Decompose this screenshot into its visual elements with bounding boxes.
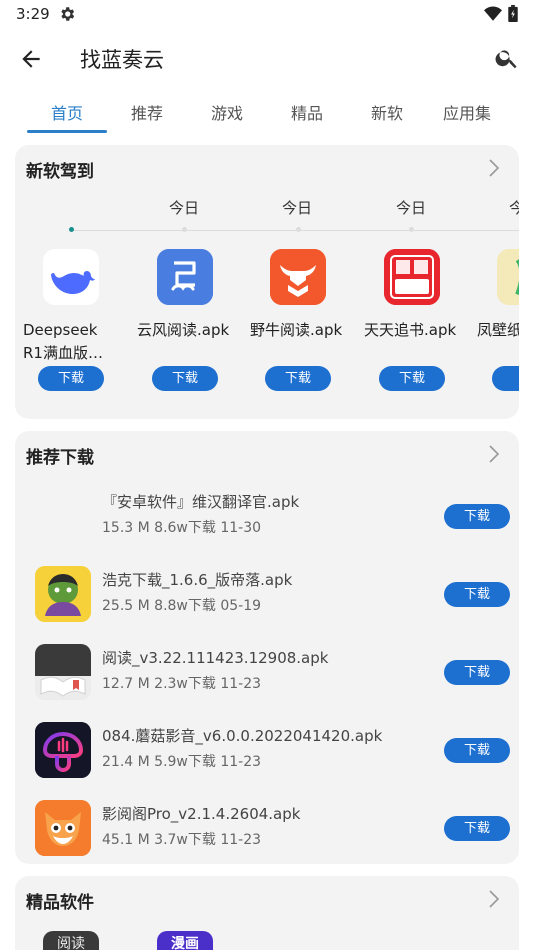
list-item[interactable]: 浩克下载_1.6.6_版帝落.apk 25.5 M 8.8w下载 05-19 下…	[15, 561, 519, 627]
app-meta: 25.5 M 8.8w下载 05-19	[102, 595, 261, 615]
app-name: 浩克下载_1.6.6_版帝落.apk	[102, 571, 293, 589]
app-size: 12.7 M	[102, 676, 150, 692]
new-app-item[interactable]: 云风阅读.apk	[137, 249, 233, 365]
app-size: 21.4 M	[102, 754, 150, 770]
app-size: 25.5 M	[102, 598, 150, 614]
download-button[interactable]: 下载	[152, 366, 218, 391]
download-button[interactable]: 下载	[444, 816, 510, 841]
app-name: 084.蘑菇影音_v6.0.0.2022041420.apk	[102, 727, 383, 745]
tab-collections[interactable]: 应用集	[427, 100, 507, 124]
chevron-right-icon[interactable]	[487, 159, 501, 177]
recommend-card: 推荐下载 『安卓软件』维汉翻译官.apk 15.3 M 8.6w下载 11-30…	[15, 431, 519, 864]
app-downloads: 5.9w下载	[154, 754, 216, 770]
section-title-premium: 精品软件	[26, 893, 94, 913]
download-button[interactable]: 下载	[265, 366, 331, 391]
download-button[interactable]: 下载	[444, 738, 510, 763]
download-button[interactable]: 下载	[444, 504, 510, 529]
app-date: 11-23	[220, 754, 262, 770]
timeline-dot	[296, 227, 301, 232]
app-date: 11-30	[220, 520, 262, 536]
timeline-date: 今	[509, 199, 519, 217]
timeline-dot	[182, 227, 187, 232]
download-button[interactable]: 下载	[444, 660, 510, 685]
tab-new[interactable]: 新软	[347, 100, 427, 124]
app-date: 05-19	[220, 598, 262, 614]
bison-reader-icon	[270, 249, 326, 305]
list-item[interactable]: 『安卓软件』维汉翻译官.apk 15.3 M 8.6w下载 11-30 下载	[15, 483, 519, 549]
list-item[interactable]: 影阅阁Pro_v2.1.4.2604.apk 45.1 M 3.7w下载 11-…	[15, 795, 519, 861]
gear-icon	[61, 7, 75, 21]
new-app-name: 天天追书.apk	[364, 321, 457, 339]
app-meta: 15.3 M 8.6w下载 11-30	[102, 517, 261, 537]
chevron-right-icon[interactable]	[487, 445, 501, 463]
premium-app-icon[interactable]: 阅读	[43, 931, 99, 950]
mushroom-player-icon	[35, 722, 91, 778]
yunfeng-reader-icon	[157, 249, 213, 305]
list-item[interactable]: 084.蘑菇影音_v6.0.0.2022041420.apk 21.4 M 5.…	[15, 717, 519, 783]
app-name: 影阅阁Pro_v2.1.4.2604.apk	[102, 805, 301, 823]
download-button[interactable]: 下载	[379, 366, 445, 391]
deepseek-whale-icon	[43, 249, 99, 305]
app-size: 15.3 M	[102, 520, 150, 536]
tiantian-zhuishu-icon	[384, 249, 440, 305]
download-button[interactable]: 下载	[38, 366, 104, 391]
app-size: 45.1 M	[102, 832, 150, 848]
app-downloads: 8.8w下载	[154, 598, 216, 614]
timeline-line	[71, 230, 519, 231]
timeline-date: 今日	[395, 199, 426, 217]
app-name: 『安卓软件』维汉翻译官.apk	[102, 493, 300, 511]
new-app-item[interactable]: 天天追书.apk	[364, 249, 460, 365]
timeline-dot	[409, 227, 414, 232]
back-arrow-icon[interactable]	[18, 46, 44, 72]
app-bar: 找蓝奏云	[0, 36, 534, 82]
status-time: 3:29	[16, 5, 50, 23]
page-title: 找蓝奏云	[80, 48, 164, 72]
app-name: 阅读_v3.22.111423.12908.apk	[102, 649, 329, 667]
wifi-icon	[484, 6, 502, 21]
battery-icon	[508, 5, 518, 22]
app-meta: 12.7 M 2.3w下载 11-23	[102, 673, 261, 693]
chevron-right-icon[interactable]	[487, 890, 501, 908]
tab-indicator	[27, 130, 107, 133]
app-meta: 45.1 M 3.7w下载 11-23	[102, 829, 261, 849]
hulk-icon	[35, 566, 91, 622]
app-meta: 21.4 M 5.9w下载 11-23	[102, 751, 261, 771]
new-app-name: 凤壁纸	[477, 321, 519, 339]
tab-home[interactable]: 首页	[27, 100, 107, 124]
app-downloads: 3.7w下载	[154, 832, 216, 848]
download-button[interactable]: 下载	[444, 582, 510, 607]
section-title-new: 新软驾到	[26, 162, 94, 182]
premium-app-icon[interactable]: 漫画	[157, 931, 213, 950]
new-app-name: 野牛阅读.apk	[250, 321, 343, 339]
app-downloads: 2.3w下载	[154, 676, 216, 692]
download-button[interactable]: 下	[492, 366, 519, 391]
fox-icon	[35, 800, 91, 856]
tab-games[interactable]: 游戏	[187, 100, 267, 124]
new-app-item[interactable]: 野牛阅读.apk	[250, 249, 346, 365]
wallpaper-icon	[497, 249, 519, 305]
timeline-date: 今日	[281, 199, 312, 217]
new-app-name: 云风阅读.apk	[137, 321, 230, 339]
tab-premium[interactable]: 精品	[267, 100, 347, 124]
timeline-date: 今日	[168, 199, 199, 217]
section-title-recommend: 推荐下载	[26, 448, 94, 468]
tab-recommend[interactable]: 推荐	[107, 100, 187, 124]
status-bar: 3:29	[0, 0, 534, 28]
timeline-dot	[69, 227, 74, 232]
app-date: 11-23	[220, 832, 262, 848]
yuedu-reader-icon	[35, 644, 91, 700]
app-date: 11-23	[220, 676, 262, 692]
app-downloads: 8.6w下载	[154, 520, 216, 536]
new-app-item[interactable]: Deepseek R1满血版…	[23, 249, 119, 365]
list-item[interactable]: 阅读_v3.22.111423.12908.apk 12.7 M 2.3w下载 …	[15, 639, 519, 705]
premium-card: 精品软件 阅读 漫画	[15, 876, 519, 950]
new-app-item[interactable]: 凤壁纸	[477, 249, 519, 365]
new-software-card: 新软驾到 今日 今日 今日 今 Deepseek R1满血版… 下载 云风阅读.…	[15, 145, 519, 419]
search-icon[interactable]	[494, 45, 520, 71]
new-app-name: Deepseek R1满血版…	[23, 321, 103, 362]
tab-bar: 首页 推荐 游戏 精品 新软 应用集	[0, 94, 534, 136]
